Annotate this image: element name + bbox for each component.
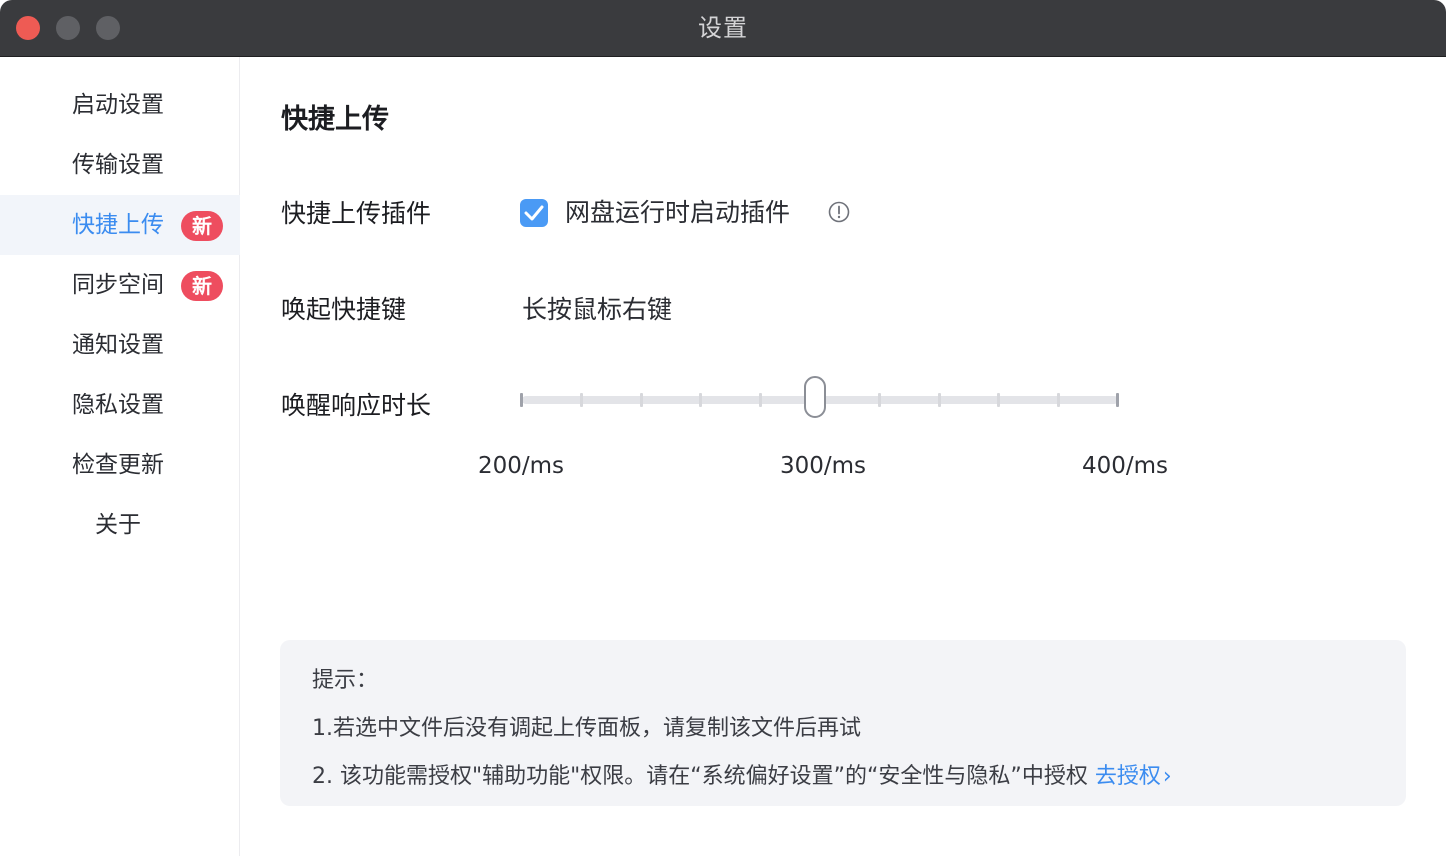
slider-tick bbox=[1057, 393, 1060, 407]
sidebar-item-label: 检查更新 bbox=[72, 452, 164, 478]
sidebar-item-label: 同步空间 bbox=[72, 272, 164, 298]
slider-tick bbox=[878, 393, 881, 407]
window-title: 设置 bbox=[698, 14, 748, 42]
slider-tick bbox=[1116, 393, 1119, 407]
plugin-label: 快捷上传插件 bbox=[281, 199, 432, 228]
plugin-checkbox-label[interactable]: 网盘运行时启动插件 bbox=[565, 193, 790, 229]
shortcut-value: 长按鼠标右键 bbox=[522, 295, 673, 324]
sidebar-item-label: 传输设置 bbox=[72, 152, 164, 178]
sidebar-item-notifications[interactable]: 通知设置 bbox=[0, 315, 270, 375]
title-bar: 设置 bbox=[0, 0, 1446, 57]
shortcut-label: 唤起快捷键 bbox=[281, 295, 407, 324]
section-title: 快捷上传 bbox=[281, 104, 389, 135]
sidebar-item-privacy[interactable]: 隐私设置 bbox=[0, 375, 270, 435]
slider-max-label: 400/ms bbox=[1082, 453, 1169, 479]
slider-mid-label: 300/ms bbox=[780, 453, 867, 479]
tips-title: 提示： bbox=[312, 668, 379, 693]
slider-tick bbox=[759, 393, 762, 407]
new-badge: 新 bbox=[181, 271, 223, 301]
main-content: 快捷上传 快捷上传插件 网盘运行时启动插件 唤起快捷键 长按鼠标右键 唤醒响应时… bbox=[240, 57, 1446, 856]
check-icon bbox=[524, 205, 544, 221]
info-icon[interactable] bbox=[828, 201, 850, 223]
sidebar-item-label: 通知设置 bbox=[72, 332, 164, 358]
sidebar-item-label: 启动设置 bbox=[72, 92, 164, 118]
slider-tick bbox=[938, 393, 941, 407]
chevron-right-icon: › bbox=[1162, 764, 1172, 789]
slider-tick bbox=[699, 393, 702, 407]
slider-min-label: 200/ms bbox=[478, 453, 565, 479]
settings-window: 设置 启动设置 传输设置 快捷上传 新 同步空间 新 通知设置 隐私设置 检查更… bbox=[0, 0, 1446, 856]
sidebar-item-transfer[interactable]: 传输设置 bbox=[0, 135, 270, 195]
slider-tick bbox=[520, 393, 523, 407]
response-duration-label: 唤醒响应时长 bbox=[281, 391, 432, 420]
sidebar-item-quick-upload[interactable]: 快捷上传 新 bbox=[0, 195, 270, 255]
tip-line-2-text: 2. 该功能需授权"辅助功能"权限。请在“系统偏好设置”的“安全性与隐私”中授权 bbox=[312, 764, 1088, 789]
sidebar-item-sync-space[interactable]: 同步空间 新 bbox=[0, 255, 270, 315]
slider-thumb[interactable] bbox=[804, 376, 826, 418]
sidebar-item-about[interactable]: 关于 bbox=[0, 495, 270, 555]
tip-line-1: 1.若选中文件后没有调起上传面板，请复制该文件后再试 bbox=[312, 716, 861, 741]
sidebar-item-label: 隐私设置 bbox=[72, 392, 164, 418]
authorize-link[interactable]: 去授权› bbox=[1095, 764, 1172, 789]
plugin-checkbox[interactable] bbox=[520, 199, 548, 227]
sidebar: 启动设置 传输设置 快捷上传 新 同步空间 新 通知设置 隐私设置 检查更新 关… bbox=[0, 57, 270, 856]
slider-tick bbox=[997, 393, 1000, 407]
slider-tick bbox=[640, 393, 643, 407]
slider-tick bbox=[580, 393, 583, 407]
sidebar-item-check-update[interactable]: 检查更新 bbox=[0, 435, 270, 495]
authorize-link-label: 去授权 bbox=[1094, 764, 1161, 789]
tip-line-2: 2. 该功能需授权"辅助功能"权限。请在“系统偏好设置”的“安全性与隐私”中授权… bbox=[312, 758, 1172, 790]
sidebar-item-label: 关于 bbox=[95, 512, 141, 538]
new-badge: 新 bbox=[181, 211, 223, 241]
sidebar-item-label: 快捷上传 bbox=[72, 212, 164, 238]
sidebar-item-startup[interactable]: 启动设置 bbox=[0, 75, 270, 135]
tips-panel: 提示： 1.若选中文件后没有调起上传面板，请复制该文件后再试 2. 该功能需授权… bbox=[280, 640, 1406, 806]
